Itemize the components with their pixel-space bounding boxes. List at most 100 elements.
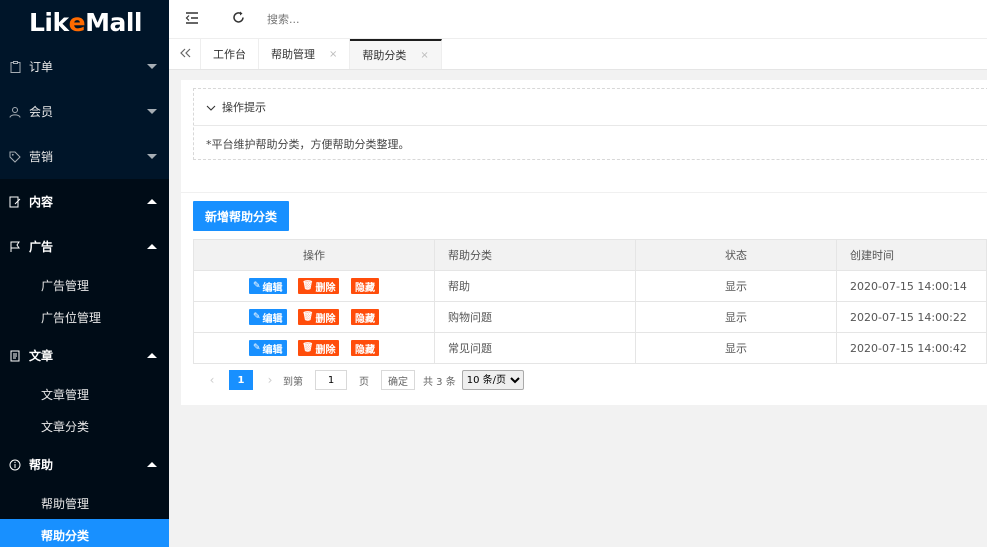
sidebar-subitem-help-management[interactable]: 帮助管理: [0, 487, 169, 519]
info-icon: [8, 458, 22, 472]
cell-created: 2020-07-15 14:00:22: [836, 301, 987, 333]
column-header-category: 帮助分类: [434, 239, 636, 271]
tips-panel: 操作提示 *平台维护帮助分类，方便帮助分类整理。: [193, 88, 987, 160]
sidebar-item-articles[interactable]: 文章: [0, 333, 169, 378]
chevron-down-icon: [206, 101, 216, 114]
hide-button[interactable]: 隐藏: [350, 340, 379, 356]
cell-category: 常见问题: [434, 332, 636, 364]
tab-workbench[interactable]: 工作台: [201, 39, 259, 69]
double-chevron-left-icon: [179, 47, 191, 61]
edit-icon: [8, 195, 22, 209]
tab-help-management[interactable]: 帮助管理 ×: [259, 39, 351, 69]
goto-suffix-label: 页: [359, 376, 369, 388]
chevron-down-icon: [147, 153, 157, 159]
add-help-category-button[interactable]: 新增帮助分类: [193, 201, 289, 231]
top-header: [169, 0, 987, 38]
sidebar-item-orders[interactable]: 订单: [0, 44, 169, 89]
refresh-icon: [232, 11, 245, 27]
delete-button[interactable]: 🗑 删除: [298, 309, 340, 325]
sidebar-subitem-help-category[interactable]: 帮助分类: [0, 519, 169, 547]
sidebar-subitem-ad-management[interactable]: 广告管理: [0, 269, 169, 301]
chevron-up-icon: [147, 352, 157, 358]
trash-icon: 🗑: [302, 343, 314, 353]
chevron-up-icon: [147, 198, 157, 204]
sidebar-item-members[interactable]: 会员: [0, 89, 169, 134]
cell-created: 2020-07-15 14:00:14: [836, 270, 987, 302]
page-number-current[interactable]: 1: [229, 370, 253, 390]
edit-button[interactable]: ✎ 编辑: [249, 340, 287, 356]
menu-fold-icon: [185, 11, 199, 27]
main-panel: 操作提示 *平台维护帮助分类，方便帮助分类整理。 新增帮助分类 操作 帮助分类 …: [181, 80, 987, 405]
table-header-row: 操作 帮助分类 状态 创建时间: [193, 239, 987, 271]
cell-category: 购物问题: [434, 301, 636, 333]
delete-button[interactable]: 🗑 删除: [298, 278, 340, 294]
cell-status: 显示: [635, 301, 837, 333]
sidebar: Lik e Mall 订单 会员 营销 内容 广告 广告管理 广告位管理 文章 …: [0, 0, 169, 547]
chevron-up-icon: [147, 461, 157, 467]
document-icon: [8, 349, 22, 363]
hide-button[interactable]: 隐藏: [350, 278, 379, 294]
hide-button[interactable]: 隐藏: [350, 309, 379, 325]
row-actions: ✎ 编辑 🗑 删除 隐藏: [193, 270, 435, 302]
trash-icon: 🗑: [302, 281, 314, 291]
help-submenu: 帮助管理 帮助分类: [0, 487, 169, 547]
cell-status: 显示: [635, 332, 837, 364]
tips-text: *平台维护帮助分类，方便帮助分类整理。: [206, 138, 410, 151]
chevron-down-icon: [147, 108, 157, 114]
sidebar-item-help[interactable]: 帮助: [0, 442, 169, 487]
articles-submenu: 文章管理 文章分类: [0, 378, 169, 442]
column-header-created: 创建时间: [836, 239, 987, 271]
tips-header[interactable]: 操作提示: [194, 89, 987, 126]
pencil-icon: ✎: [253, 312, 261, 322]
goto-confirm-button[interactable]: 确定: [381, 370, 415, 390]
sidebar-item-content[interactable]: 内容: [0, 179, 169, 224]
prev-page-icon[interactable]: ‹: [205, 373, 219, 387]
help-category-table: 操作 帮助分类 状态 创建时间 ✎ 编辑 🗑 删除 隐藏 帮助 显示 2020-07…: [193, 239, 987, 364]
sidebar-item-marketing[interactable]: 营销: [0, 134, 169, 179]
column-header-actions: 操作: [193, 239, 435, 271]
pencil-icon: ✎: [253, 281, 261, 291]
edit-button[interactable]: ✎ 编辑: [249, 309, 287, 325]
page-tabs: 工作台 帮助管理 × 帮助分类 ×: [169, 38, 987, 70]
sidebar-nav: 订单 会员 营销 内容 广告 广告管理 广告位管理 文章 文章管理 文章分类 帮…: [0, 44, 169, 547]
goto-prefix-label: 到第: [283, 376, 303, 388]
pagination: ‹ 1 › 到第 页 确定 共 3 条 10 条/页: [205, 370, 524, 390]
cell-created: 2020-07-15 14:00:42: [836, 332, 987, 364]
menu-fold-button[interactable]: [169, 0, 215, 38]
divider: [181, 192, 987, 193]
sidebar-subitem-article-category[interactable]: 文章分类: [0, 410, 169, 442]
sidebar-subitem-article-management[interactable]: 文章管理: [0, 378, 169, 410]
table-row: ✎ 编辑 🗑 删除 隐藏 常见问题 显示 2020-07-15 14:00:42: [193, 332, 987, 364]
row-actions: ✎ 编辑 🗑 删除 隐藏: [193, 301, 435, 333]
clipboard-icon: [8, 60, 22, 74]
close-icon[interactable]: ×: [329, 49, 337, 60]
tag-icon: [8, 150, 22, 164]
row-actions: ✎ 编辑 🗑 删除 隐藏: [193, 332, 435, 364]
close-icon[interactable]: ×: [420, 50, 428, 61]
search-input[interactable]: [267, 7, 467, 31]
flag-icon: [8, 240, 22, 254]
total-count: 共 3 条: [423, 376, 456, 388]
next-page-icon[interactable]: ›: [263, 373, 277, 387]
cell-status: 显示: [635, 270, 837, 302]
page-size-select[interactable]: 10 条/页: [461, 370, 524, 390]
chevron-down-icon: [147, 63, 157, 69]
chevron-up-icon: [147, 243, 157, 249]
sidebar-subitem-ad-position[interactable]: 广告位管理: [0, 301, 169, 333]
refresh-button[interactable]: [215, 0, 261, 38]
delete-button[interactable]: 🗑 删除: [298, 340, 340, 356]
trash-icon: 🗑: [302, 312, 314, 322]
sidebar-item-ads[interactable]: 广告: [0, 224, 169, 269]
tabs-back-button[interactable]: [169, 39, 201, 69]
ads-submenu: 广告管理 广告位管理: [0, 269, 169, 333]
tab-help-category[interactable]: 帮助分类 ×: [350, 39, 442, 69]
cell-category: 帮助: [434, 270, 636, 302]
logo: Lik e Mall: [29, 7, 142, 37]
user-icon: [8, 105, 22, 119]
table-row: ✎ 编辑 🗑 删除 隐藏 帮助 显示 2020-07-15 14:00:14: [193, 270, 987, 302]
pencil-icon: ✎: [253, 343, 261, 353]
table-row: ✎ 编辑 🗑 删除 隐藏 购物问题 显示 2020-07-15 14:00:22: [193, 301, 987, 333]
goto-page-input[interactable]: [315, 370, 347, 390]
edit-button[interactable]: ✎ 编辑: [249, 278, 287, 294]
column-header-status: 状态: [635, 239, 837, 271]
